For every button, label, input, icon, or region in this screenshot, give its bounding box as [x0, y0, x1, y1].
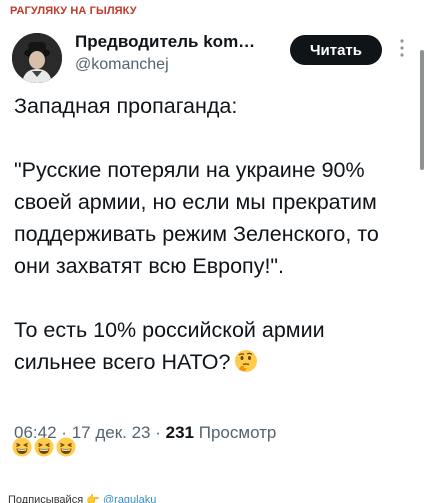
footer-label: Подписывайся: [8, 494, 84, 503]
read-button[interactable]: Читать: [290, 35, 382, 65]
meta-separator: ·: [155, 423, 161, 442]
tweet-line: "Русские потеряли на украине 90% своей а…: [14, 158, 379, 278]
tweet-card[interactable]: Предводитель kom… @komanchej Читать Запа…: [0, 20, 412, 490]
grinning-squinting-face-icon[interactable]: [34, 437, 54, 459]
thinking-face-icon: [234, 349, 258, 382]
views-label: Просмотр: [198, 423, 277, 442]
footer-caption: Подписывайся 👉 @ragulaku: [8, 494, 308, 503]
reactions-row: [12, 437, 76, 459]
message-bubble: РАГУЛЯКУ НА ГЫЛЯКУ Предводитель kom… @ko…: [0, 0, 427, 503]
grinning-squinting-face-icon[interactable]: [12, 437, 32, 459]
scrollbar[interactable]: [420, 50, 424, 170]
more-options-icon[interactable]: [398, 38, 406, 60]
footer-link[interactable]: @ragulaku: [103, 494, 156, 503]
author-handle[interactable]: @komanchej: [75, 56, 169, 74]
pointing-hand-icon: 👉: [86, 494, 100, 503]
views-count: 231: [165, 423, 195, 442]
tweet-line-text: То есть 10% российской армии сильнее все…: [14, 318, 325, 374]
tweet-line: Западная пропаганда:: [14, 94, 238, 118]
channel-name[interactable]: РАГУЛЯКУ НА ГЫЛЯКУ: [10, 5, 137, 17]
tweet-line: То есть 10% российской армии сильнее все…: [14, 314, 406, 382]
avatar[interactable]: [12, 33, 62, 83]
tweet-text: Западная пропаганда: "Русские потеряли н…: [14, 90, 406, 382]
tweet-date[interactable]: 17 дек. 23: [72, 423, 151, 442]
grinning-squinting-face-icon[interactable]: [56, 437, 76, 459]
author-name[interactable]: Предводитель kom…: [75, 32, 280, 52]
